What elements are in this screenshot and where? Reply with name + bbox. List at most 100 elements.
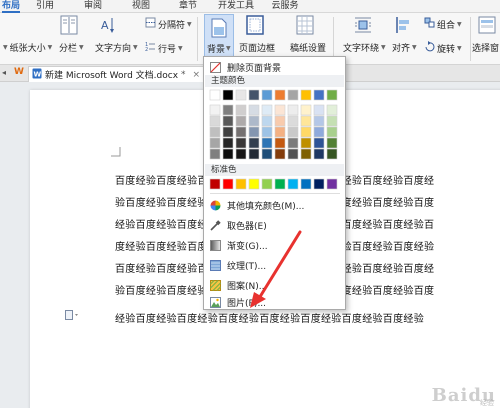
theme-color-swatch[interactable] xyxy=(313,89,325,101)
picture-item[interactable]: 图片(P)... xyxy=(204,293,345,311)
tab-section[interactable]: 章节 xyxy=(177,0,199,13)
document-tab[interactable]: W 新建 Microsoft Word 文档.docx * × xyxy=(28,66,204,82)
theme-color-swatch[interactable] xyxy=(261,115,273,127)
theme-color-swatch[interactable] xyxy=(209,137,221,149)
theme-color-swatch[interactable] xyxy=(261,137,273,149)
theme-color-swatch[interactable] xyxy=(313,115,325,127)
columns-button[interactable] xyxy=(60,15,78,35)
theme-color-swatch[interactable] xyxy=(222,89,234,101)
text-wrap-icon-wrap[interactable] xyxy=(354,15,372,35)
close-icon[interactable]: × xyxy=(193,70,201,80)
theme-color-swatch[interactable] xyxy=(313,148,325,160)
theme-color-swatch[interactable] xyxy=(274,126,286,138)
texture-item[interactable]: 纹理(T)... xyxy=(204,256,345,274)
theme-color-swatch[interactable] xyxy=(235,126,247,138)
theme-color-swatch[interactable] xyxy=(326,104,338,116)
theme-color-swatch[interactable] xyxy=(287,115,299,127)
theme-color-swatch[interactable] xyxy=(326,148,338,160)
theme-color-swatch[interactable] xyxy=(274,148,286,160)
theme-color-swatch[interactable] xyxy=(313,104,325,116)
standard-color-swatch[interactable] xyxy=(300,178,312,190)
theme-color-swatch[interactable] xyxy=(261,104,273,116)
group-button[interactable]: 组合 ▼ xyxy=(424,17,462,31)
theme-color-swatch[interactable] xyxy=(287,148,299,160)
theme-color-swatch[interactable] xyxy=(326,89,338,101)
theme-color-swatch[interactable] xyxy=(274,115,286,127)
theme-color-swatch[interactable] xyxy=(248,104,260,116)
theme-color-swatch[interactable] xyxy=(248,137,260,149)
pattern-item[interactable]: 图案(N)... xyxy=(204,276,345,294)
gradient-item[interactable]: 渐变(G)... xyxy=(204,236,345,254)
theme-color-swatch[interactable] xyxy=(222,137,234,149)
theme-color-swatch[interactable] xyxy=(222,148,234,160)
theme-color-swatch[interactable] xyxy=(287,104,299,116)
standard-color-swatch[interactable] xyxy=(274,178,286,190)
standard-color-swatch[interactable] xyxy=(261,178,273,190)
standard-color-swatch[interactable] xyxy=(248,178,260,190)
standard-color-swatch[interactable] xyxy=(235,178,247,190)
theme-color-swatch[interactable] xyxy=(300,148,312,160)
standard-color-swatch[interactable] xyxy=(326,178,338,190)
standard-color-swatch[interactable] xyxy=(209,178,221,190)
theme-color-swatch[interactable] xyxy=(300,115,312,127)
select-pane-icon-wrap[interactable] xyxy=(478,15,496,35)
theme-color-swatch[interactable] xyxy=(274,137,286,149)
page-border-icon-wrap[interactable] xyxy=(246,15,264,35)
draft-settings-icon-wrap[interactable] xyxy=(296,15,314,35)
theme-color-swatch[interactable] xyxy=(274,104,286,116)
paragraph-handle-icon[interactable] xyxy=(65,310,79,323)
text-direction-button[interactable]: 文字方向 ▼ xyxy=(95,41,138,54)
theme-color-swatch[interactable] xyxy=(209,148,221,160)
theme-color-swatch[interactable] xyxy=(300,137,312,149)
theme-color-swatch[interactable] xyxy=(300,104,312,116)
theme-color-swatch[interactable] xyxy=(222,115,234,127)
theme-color-swatch[interactable] xyxy=(300,126,312,138)
tab-scroll-left-icon[interactable]: ◂ xyxy=(2,68,6,77)
theme-color-swatch[interactable] xyxy=(313,126,325,138)
align-button[interactable]: 对齐 ▼ xyxy=(392,41,417,54)
standard-color-swatch[interactable] xyxy=(287,178,299,190)
eyedropper-item[interactable]: 取色器(E) xyxy=(204,216,345,234)
theme-color-swatch[interactable] xyxy=(326,115,338,127)
page-border-button[interactable]: 页面边框 xyxy=(239,41,275,54)
theme-color-swatch[interactable] xyxy=(326,137,338,149)
theme-color-swatch[interactable] xyxy=(300,89,312,101)
tab-review[interactable]: 审阅 xyxy=(82,0,104,13)
theme-color-swatch[interactable] xyxy=(287,126,299,138)
tab-view[interactable]: 视图 xyxy=(130,0,152,13)
theme-color-swatch[interactable] xyxy=(248,89,260,101)
theme-color-swatch[interactable] xyxy=(222,126,234,138)
theme-color-swatch[interactable] xyxy=(209,104,221,116)
theme-color-swatch[interactable] xyxy=(261,89,273,101)
line-numbers-button[interactable]: 12 行号 ▼ xyxy=(145,41,183,55)
theme-color-swatch[interactable] xyxy=(235,137,247,149)
theme-color-swatch[interactable] xyxy=(209,115,221,127)
text-direction-icon-wrap[interactable]: A xyxy=(99,15,117,35)
theme-color-swatch[interactable] xyxy=(209,89,221,101)
select-pane-button[interactable]: 选择窗 xyxy=(472,41,499,54)
background-button[interactable]: 背景 ▼ xyxy=(204,14,234,62)
tab-developer[interactable]: 开发工具 xyxy=(216,0,256,13)
tab-references[interactable]: 引用 xyxy=(34,0,56,13)
theme-color-swatch[interactable] xyxy=(274,89,286,101)
paper-size-button[interactable]: ▼ 纸张大小 ▼ xyxy=(3,41,52,54)
theme-color-swatch[interactable] xyxy=(209,126,221,138)
theme-color-swatch[interactable] xyxy=(248,126,260,138)
theme-color-swatch[interactable] xyxy=(235,104,247,116)
tab-layout[interactable]: 布局 xyxy=(0,0,22,13)
theme-color-swatch[interactable] xyxy=(313,137,325,149)
theme-color-swatch[interactable] xyxy=(248,115,260,127)
theme-color-swatch[interactable] xyxy=(235,115,247,127)
theme-color-swatch[interactable] xyxy=(261,148,273,160)
separator-button[interactable]: 分隔符 ▼ xyxy=(145,17,192,31)
theme-color-swatch[interactable] xyxy=(235,148,247,160)
draft-settings-button[interactable]: 稿纸设置 xyxy=(290,41,326,54)
theme-color-swatch[interactable] xyxy=(222,104,234,116)
theme-color-swatch[interactable] xyxy=(235,89,247,101)
theme-color-swatch[interactable] xyxy=(326,126,338,138)
rotate-button[interactable]: 旋转 ▼ xyxy=(424,41,462,55)
text-wrap-button[interactable]: 文字环绕 ▼ xyxy=(343,41,386,54)
standard-color-swatch[interactable] xyxy=(222,178,234,190)
tab-cloud[interactable]: 云服务 xyxy=(268,0,302,13)
columns-label-group[interactable]: 分栏 ▼ xyxy=(59,41,84,54)
